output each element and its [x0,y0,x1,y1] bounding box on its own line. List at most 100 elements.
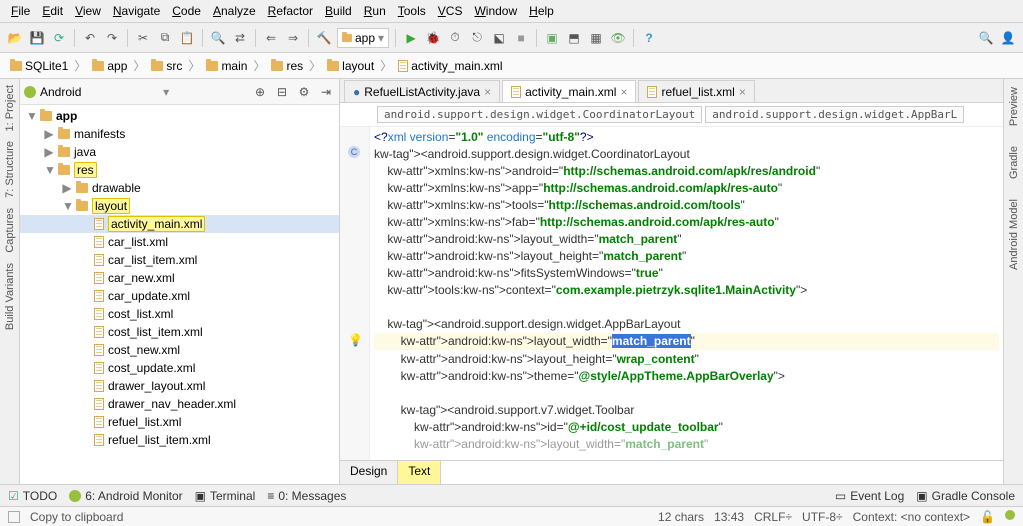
menu-vcs[interactable]: VCS [433,2,468,20]
tree-item-drawer_nav_header-xml[interactable]: drawer_nav_header.xml [20,395,339,413]
status-lineend[interactable]: CRLF÷ [754,510,792,524]
save-icon[interactable]: 💾 [28,29,46,47]
tree-item-java[interactable]: ▶java [20,143,339,161]
lock-icon[interactable]: 🔓 [980,510,995,524]
copy-icon[interactable]: ⧉ [156,29,174,47]
tree-item-activity_main-xml[interactable]: activity_main.xml [20,215,339,233]
tree-item-manifests[interactable]: ▶manifests [20,125,339,143]
editor-gutter[interactable]: C💡 [340,127,370,460]
close-icon[interactable]: × [739,85,746,99]
menu-navigate[interactable]: Navigate [108,2,165,20]
crumb-coordinator[interactable]: android.support.design.widget.Coordinato… [377,106,702,123]
text-tab[interactable]: Text [398,461,441,484]
tree-item-car_list-xml[interactable]: car_list.xml [20,233,339,251]
tree-item-car_update-xml[interactable]: car_update.xml [20,287,339,305]
editor-tab-activity_main-xml[interactable]: activity_main.xml× [502,80,636,102]
rail-captures[interactable]: Captures [4,208,16,253]
close-icon[interactable]: × [484,85,491,99]
tree-item-drawable[interactable]: ▶drawable [20,179,339,197]
editor-tab-refuel_list-xml[interactable]: refuel_list.xml× [638,80,754,102]
help-icon[interactable]: ? [640,29,658,47]
rail-build-variants[interactable]: Build Variants [4,263,16,330]
terminal-tool[interactable]: ▣Terminal [195,489,256,503]
tree-item-cost_list-xml[interactable]: cost_list.xml [20,305,339,323]
replace-icon[interactable]: ⇄ [231,29,249,47]
menu-code[interactable]: Code [167,2,206,20]
paste-icon[interactable]: 📋 [178,29,196,47]
menu-run[interactable]: Run [359,2,391,20]
sdk-icon[interactable]: ⬒ [565,29,583,47]
menu-analyze[interactable]: Analyze [208,2,261,20]
menu-refactor[interactable]: Refactor [263,2,318,20]
gradle-console-tool[interactable]: ▣Gradle Console [916,489,1015,503]
attach-icon[interactable]: ⎋ [468,29,486,47]
rail-android-model[interactable]: Android Model [1008,199,1020,270]
rail-1-project[interactable]: 1: Project [4,85,16,131]
rail-preview[interactable]: Preview [1008,87,1020,126]
rail-gradle[interactable]: Gradle [1008,146,1020,179]
back-icon[interactable]: ⇐ [262,29,280,47]
menu-window[interactable]: Window [469,2,522,20]
tree-item-res[interactable]: ▼res [20,161,339,179]
forward-icon[interactable]: ⇒ [284,29,302,47]
monitor-icon[interactable]: 👁 [609,29,627,47]
design-tab[interactable]: Design [340,461,398,484]
menu-build[interactable]: Build [320,2,357,20]
collapse-all-icon[interactable]: ⊟ [273,83,291,101]
tree-item-layout[interactable]: ▼layout [20,197,339,215]
breadcrumb-src[interactable]: src [147,59,186,73]
breadcrumb-SQLite1[interactable]: SQLite1 [6,59,72,73]
breadcrumb-app[interactable]: app [88,59,131,73]
status-android-icon[interactable] [1005,510,1015,520]
android-monitor-tool[interactable]: 6: Android Monitor [69,489,182,503]
avd-icon[interactable]: ▣ [543,29,561,47]
scroll-from-source-icon[interactable]: ⊕ [251,83,269,101]
tree-item-cost_list_item-xml[interactable]: cost_list_item.xml [20,323,339,341]
messages-tool[interactable]: ≡0: Messages [267,489,346,503]
profile-icon[interactable]: ⏱ [446,29,464,47]
make-icon[interactable]: 🔨 [315,29,333,47]
undo-icon[interactable]: ↶ [81,29,99,47]
find-icon[interactable]: 🔍 [209,29,227,47]
project-view-mode[interactable]: Android [40,85,81,99]
search-everywhere-icon[interactable]: 🔍 [977,29,995,47]
event-log-tool[interactable]: ▭Event Log [835,489,904,503]
run-config-combo[interactable]: app ▾ [337,28,389,48]
stop-icon[interactable]: ■ [512,29,530,47]
sync-icon[interactable]: ⟳ [50,29,68,47]
redo-icon[interactable]: ↷ [103,29,121,47]
status-context[interactable]: Context: <no context> [853,510,970,524]
menu-file[interactable]: File [6,2,35,20]
crumb-appbar[interactable]: android.support.design.widget.AppBarL [705,106,964,123]
tree-item-app[interactable]: ▼app [20,107,339,125]
gear-icon[interactable]: ⚙ [295,83,313,101]
project-tree[interactable]: ▼app▶manifests▶java▼res▶drawable▼layouta… [20,105,339,484]
user-icon[interactable]: 👤 [999,29,1017,47]
tree-item-cost_new-xml[interactable]: cost_new.xml [20,341,339,359]
editor-tab-RefuelListActivity-java[interactable]: ●RefuelListActivity.java× [344,80,500,102]
code-editor[interactable]: <?xml version="1.0" encoding="utf-8"?>kw… [370,127,1003,460]
tree-item-car_new-xml[interactable]: car_new.xml [20,269,339,287]
tree-item-drawer_layout-xml[interactable]: drawer_layout.xml [20,377,339,395]
tree-item-cost_update-xml[interactable]: cost_update.xml [20,359,339,377]
menu-edit[interactable]: Edit [37,2,68,20]
status-encoding[interactable]: UTF-8÷ [802,510,843,524]
rail-7-structure[interactable]: 7: Structure [4,141,16,198]
run-icon[interactable]: ▶ [402,29,420,47]
breadcrumb-main[interactable]: main [202,59,251,73]
open-icon[interactable]: 📂 [6,29,24,47]
tree-item-refuel_list_item-xml[interactable]: refuel_list_item.xml [20,431,339,449]
breadcrumb-res[interactable]: res [267,59,307,73]
cut-icon[interactable]: ✂ [134,29,152,47]
breadcrumb-activity_main-xml[interactable]: activity_main.xml [394,59,506,73]
debug-icon[interactable]: 🐞 [424,29,442,47]
todo-tool[interactable]: ☑TODO [8,489,57,503]
coverage-icon[interactable]: ⬕ [490,29,508,47]
menu-view[interactable]: View [70,2,106,20]
menu-help[interactable]: Help [524,2,559,20]
close-icon[interactable]: × [620,85,627,99]
status-box-icon[interactable] [8,511,20,523]
tree-item-car_list_item-xml[interactable]: car_list_item.xml [20,251,339,269]
tree-item-refuel_list-xml[interactable]: refuel_list.xml [20,413,339,431]
layout-icon[interactable]: ▦ [587,29,605,47]
